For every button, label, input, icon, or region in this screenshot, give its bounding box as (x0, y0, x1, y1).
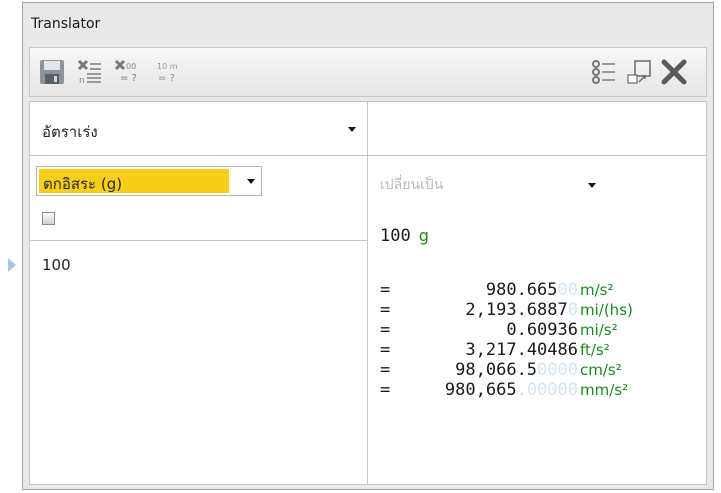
svg-text:n: n (79, 76, 85, 86)
equals-sign: = (380, 340, 391, 360)
option-checkbox[interactable] (42, 212, 55, 225)
divider (367, 102, 368, 155)
close-icon (661, 59, 687, 85)
unit-result-button[interactable]: 10 m = ? (152, 58, 180, 86)
svg-text:= ?: = ? (158, 73, 175, 84)
input-pane: ตกอิสระ (g) 100 (30, 156, 367, 484)
from-unit-value: ตกอิสระ (g) (43, 175, 123, 193)
resize-window-icon (627, 60, 651, 84)
result-unit: cm/s² (580, 361, 622, 379)
to-unit-placeholder: เปลี่ยนเป็น (380, 177, 444, 193)
result-value: 3,217.40486 (465, 340, 578, 360)
clear-result-icon: 00 = ? (114, 59, 137, 84)
divider (30, 240, 367, 241)
result-value: 980.665 (485, 280, 558, 300)
list-options-button[interactable] (590, 58, 618, 86)
equals-sign: = (380, 360, 391, 380)
result-trailing-digits: 00 (557, 280, 578, 300)
title-bar[interactable]: Translator (23, 3, 713, 43)
resize-window-button[interactable] (625, 58, 653, 86)
chevron-down-icon (247, 179, 255, 184)
expand-arrow-icon[interactable] (8, 258, 16, 272)
source-unit: g (418, 226, 429, 245)
result-trailing-digits: 0000 (537, 360, 578, 380)
close-button[interactable] (660, 58, 688, 86)
unit-result-icon: 10 m = ? (157, 62, 178, 84)
save-button[interactable] (38, 58, 66, 86)
source-value: 100 g (380, 226, 429, 246)
quantity-select[interactable]: อัตราเร่ง (36, 115, 362, 143)
result-value: 0.60936 (506, 320, 578, 340)
save-icon (40, 60, 64, 84)
translator-window: Translator n 00 = ? 10 m = ? อัตราเร่ง ต… (22, 2, 714, 490)
result-trailing-digits: .00000 (516, 380, 578, 400)
result-unit: ft/s² (580, 341, 610, 359)
result-value: 98,066.5 (455, 360, 538, 380)
result-value: 2,193.6887 (465, 300, 568, 320)
chevron-down-icon (348, 127, 356, 132)
clear-result-button[interactable]: 00 = ? (114, 58, 142, 86)
equals-sign: = (380, 300, 391, 320)
result-value: 980,665 (444, 380, 517, 400)
quantity-row: อัตราเร่ง (30, 102, 706, 156)
svg-text:= ?: = ? (120, 73, 137, 84)
result-unit: mm/s² (580, 381, 629, 399)
source-number: 100 (380, 226, 411, 246)
result-unit: m/s² (580, 281, 614, 299)
clear-list-button[interactable]: n (76, 58, 104, 86)
chevron-down-icon (588, 183, 596, 188)
clear-list-icon: n (77, 59, 101, 86)
quantity-select-value: อัตราเร่ง (42, 123, 98, 141)
window-title: Translator (31, 16, 101, 32)
to-unit-select[interactable]: เปลี่ยนเป็น (376, 170, 602, 200)
result-pane: เปลี่ยนเป็น 100 g = 980.66500 m/s² = 2,19… (367, 156, 706, 484)
svg-text:00: 00 (126, 62, 136, 71)
equals-sign: = (380, 280, 391, 300)
equals-sign: = (380, 380, 391, 400)
svg-text:10 m: 10 m (157, 62, 178, 71)
result-trailing-digits: 0 (567, 300, 578, 320)
background-strip (0, 0, 22, 493)
toolbar: n 00 = ? 10 m = ? (29, 47, 707, 97)
content-area: อัตราเร่ง ตกอิสระ (g) 100 เปลี่ยนเป็น 10… (29, 101, 707, 485)
result-unit: mi/s² (580, 321, 618, 339)
equals-sign: = (380, 320, 391, 340)
input-field[interactable]: 100 (42, 256, 71, 274)
result-unit: mi/(hs) (580, 301, 633, 319)
from-unit-select[interactable]: ตกอิสระ (g) (36, 166, 262, 196)
list-options-icon (592, 60, 615, 84)
